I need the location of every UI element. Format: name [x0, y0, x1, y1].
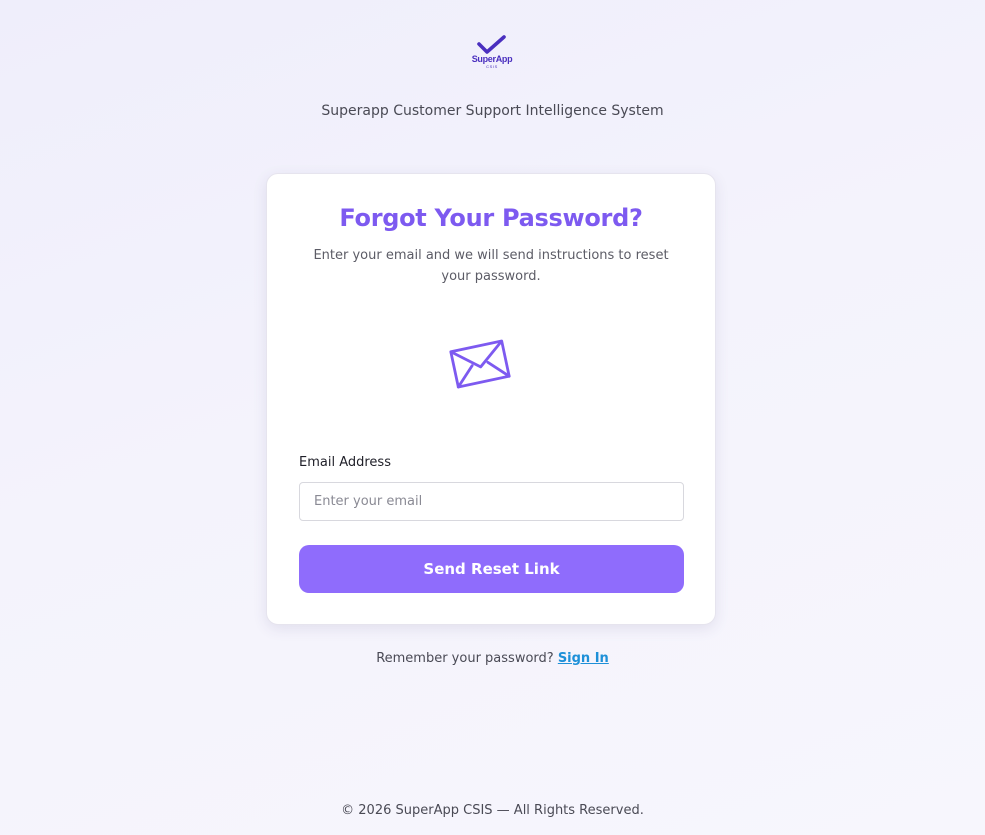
- email-label: Email Address: [299, 455, 391, 470]
- checkmark-icon: [477, 35, 506, 54]
- logo-sub: CSIS: [486, 64, 498, 69]
- logo-name: SuperApp: [471, 54, 513, 64]
- card-description: Enter your email and we will send instru…: [313, 248, 669, 284]
- send-reset-link-button[interactable]: Send Reset Link: [299, 545, 684, 593]
- footer-copyright: © 2026 SuperApp CSIS — All Rights Reserv…: [341, 803, 644, 818]
- app-subtitle: Superapp Customer Support Intelligence S…: [321, 103, 664, 119]
- signin-prompt: Remember your password? Sign In: [0, 651, 985, 666]
- signin-link[interactable]: Sign In: [558, 651, 609, 666]
- brand-logo: SuperApp CSIS: [468, 34, 516, 76]
- reset-password-card: Forgot Your Password? Enter your email a…: [266, 173, 716, 625]
- card-title: Forgot Your Password?: [339, 204, 643, 232]
- email-field[interactable]: [299, 482, 684, 521]
- envelope-icon: [449, 339, 511, 389]
- signin-prompt-text: Remember your password?: [376, 651, 554, 666]
